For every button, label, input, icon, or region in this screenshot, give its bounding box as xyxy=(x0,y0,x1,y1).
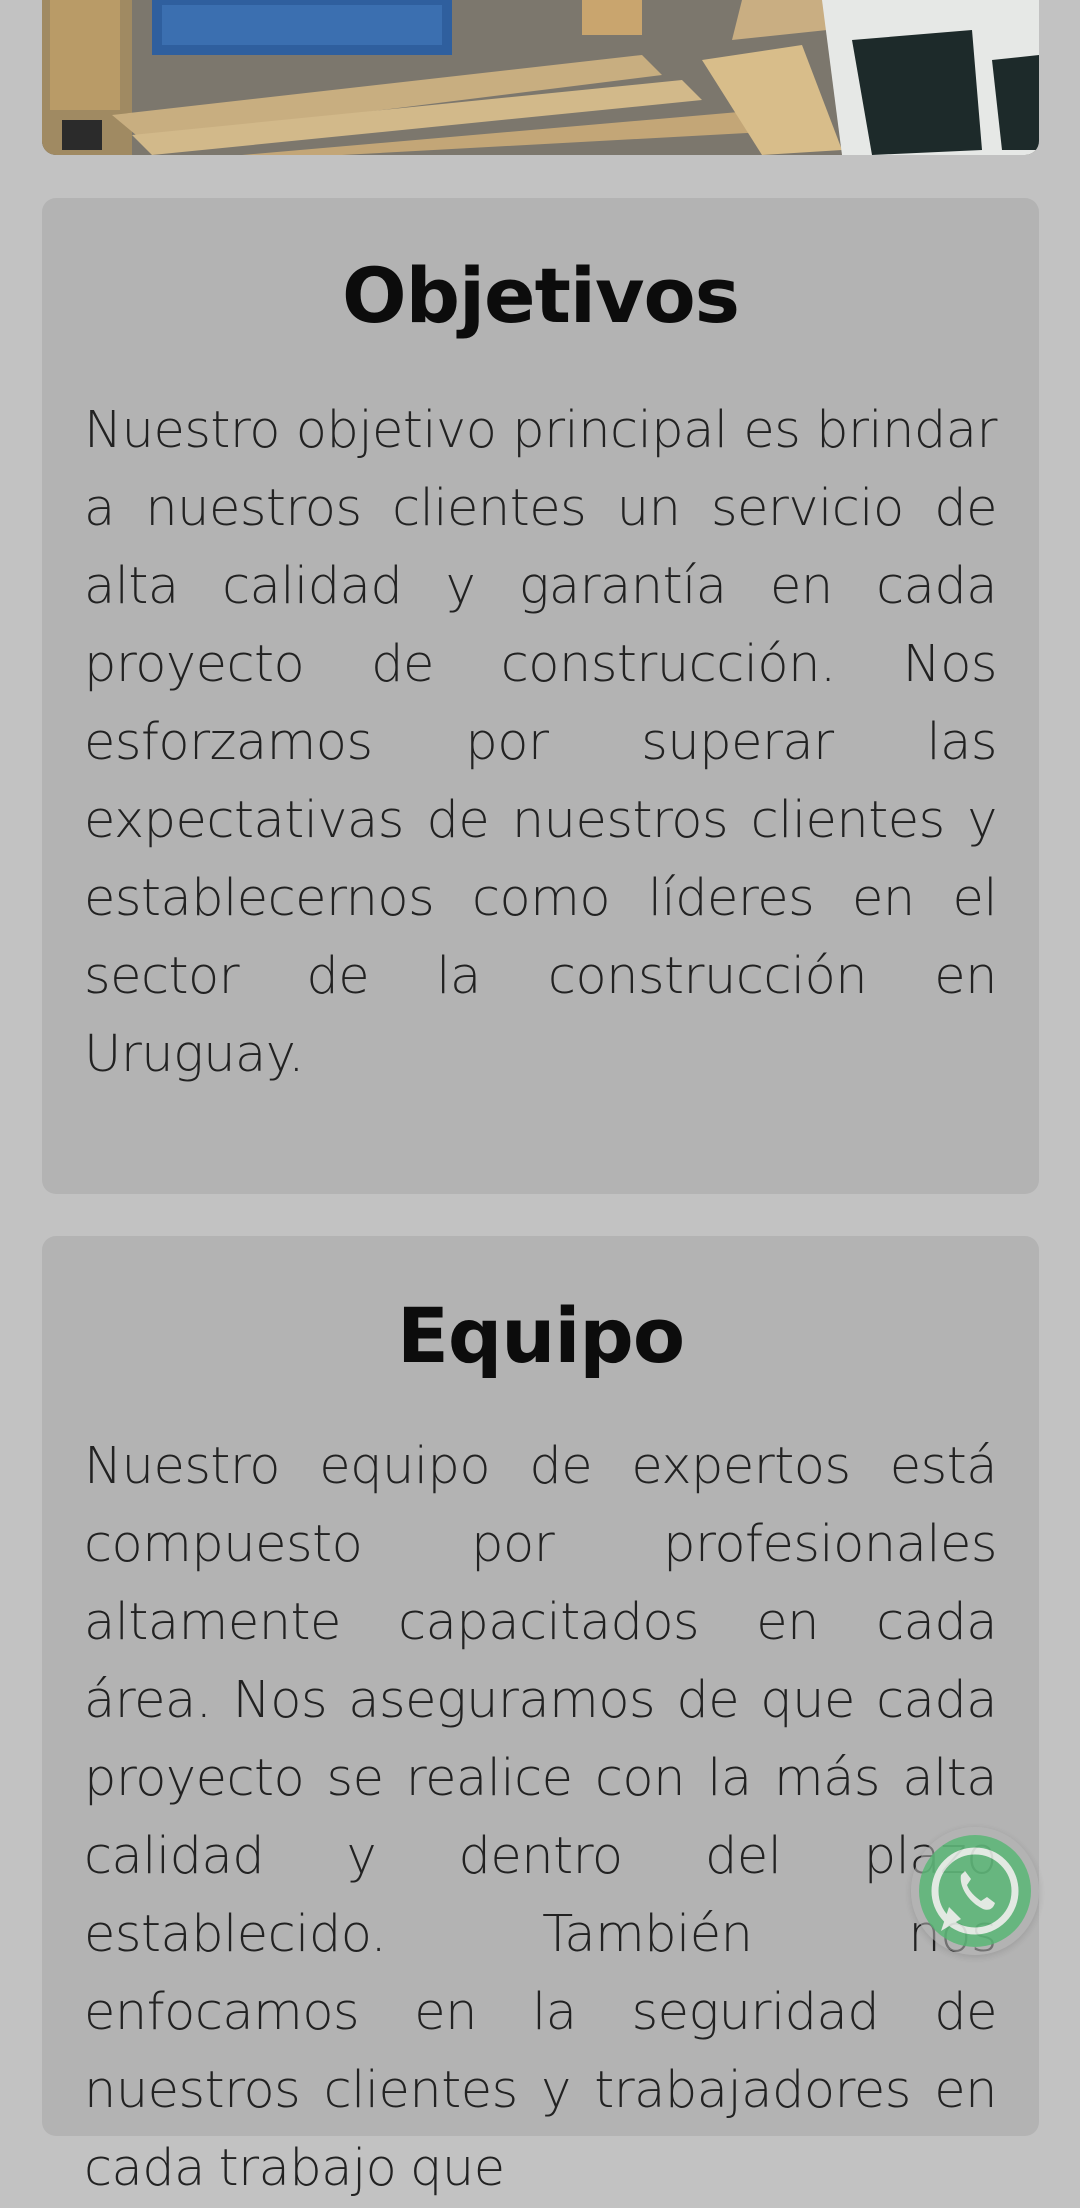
objetivos-text: Nuestro objetivo principal es brindar a … xyxy=(84,401,998,1084)
equipo-text: Nuestro equipo de expertos está compuest… xyxy=(84,1437,998,2198)
construction-site-photo xyxy=(42,0,1039,155)
equipo-card: Equipo Nuestro equipo de expertos está c… xyxy=(42,1236,1039,2198)
equipo-heading: Equipo xyxy=(396,1291,685,1380)
objetivos-heading: Objetivos xyxy=(342,251,740,340)
whatsapp-icon xyxy=(919,1835,1031,1947)
objetivos-card: Objetivos Nuestro objetivo principal es … xyxy=(42,198,1039,1194)
hero-image xyxy=(42,0,1039,155)
whatsapp-button[interactable] xyxy=(911,1827,1039,1955)
